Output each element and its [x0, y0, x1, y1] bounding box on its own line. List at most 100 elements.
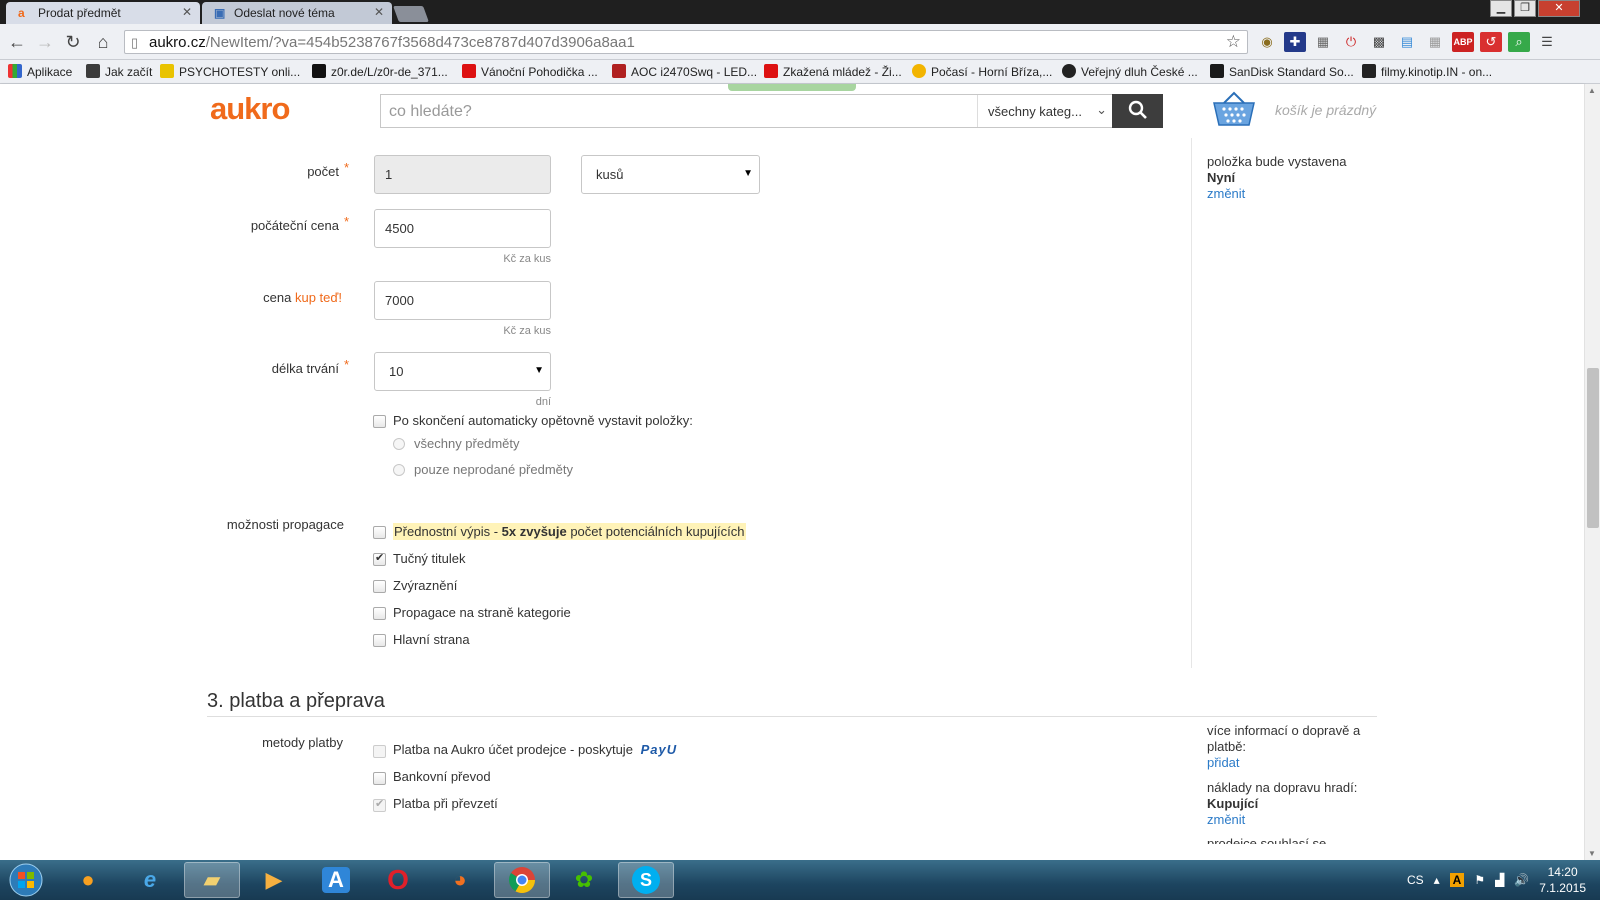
start-button[interactable]: [2, 862, 50, 898]
search-extension-icon[interactable]: ⌕: [1508, 32, 1530, 52]
globe-icon: [1062, 64, 1076, 78]
url-host: aukro.cz: [149, 34, 206, 51]
page-scrollbar[interactable]: ▲ ▼: [1584, 84, 1600, 860]
scroll-up-icon[interactable]: ▲: [1588, 86, 1596, 95]
duration-select[interactable]: 10 ▼: [374, 352, 551, 391]
bookmark-vanocni-pohodicka[interactable]: Vánoční Pohodička ...: [462, 64, 598, 79]
basket-icon[interactable]: [1212, 91, 1256, 127]
search-input[interactable]: co hledáte?: [389, 103, 472, 121]
uk-flag-extension-icon[interactable]: ✚: [1284, 32, 1306, 52]
action-center-icon[interactable]: ⚑: [1474, 873, 1485, 887]
address-bar[interactable]: ▯ aukro.cz/NewItem/?va=454b5238767f3568d…: [124, 30, 1248, 54]
start-price-unit: Kč za kus: [503, 253, 551, 265]
cart-status[interactable]: košík je prázdný: [1275, 102, 1376, 118]
language-indicator[interactable]: CS: [1407, 873, 1424, 887]
adblock-extension-icon[interactable]: ABP: [1452, 32, 1474, 52]
bank-transfer-label: Bankovní převod: [393, 769, 491, 784]
opera-icon: O: [387, 864, 409, 895]
orb-icon: ●: [81, 867, 95, 892]
minimize-icon[interactable]: ▁: [1490, 0, 1512, 17]
taskbar-opera[interactable]: O: [370, 862, 426, 898]
ring-extension-icon[interactable]: ↺: [1480, 32, 1502, 52]
buy-now-input[interactable]: 7000: [374, 281, 551, 320]
pattern-extension-icon[interactable]: ▦: [1424, 32, 1446, 52]
bank-transfer-checkbox[interactable]: [373, 772, 386, 785]
home-icon[interactable]: ⌂: [92, 31, 114, 53]
bookmark-aplikace[interactable]: Aplikace: [8, 64, 72, 79]
count-unit-select[interactable]: kusů ▼: [581, 155, 760, 194]
change-listing-time-link[interactable]: změnit: [1207, 186, 1346, 202]
relist-all-radio[interactable]: [393, 438, 405, 450]
extension-icons: ◉ ✚ ▦ ⏻ ▩ ▤ ▦ ABP ↺ ⌕ ☰: [1256, 32, 1558, 52]
tab-odeslat-nove-tema[interactable]: ▣ Odeslat nové téma ✕: [202, 2, 392, 24]
aukro-logo[interactable]: aukro: [210, 91, 290, 127]
bookmark-kinotip[interactable]: filmy.kinotip.IN - on...: [1362, 64, 1492, 79]
close-tab-icon[interactable]: ✕: [182, 5, 192, 19]
crown-icon: [160, 64, 174, 78]
bookmark-zkazena-mladez[interactable]: Zkažená mládež - Ži...: [764, 64, 902, 79]
taskbar-firefox[interactable]: ◕: [432, 862, 488, 898]
volume-icon[interactable]: 🔊: [1514, 873, 1529, 887]
k-icon: [1362, 64, 1376, 78]
add-shipping-info-link[interactable]: přidat: [1207, 755, 1377, 771]
close-window-icon[interactable]: ✕: [1538, 0, 1580, 17]
maximize-icon[interactable]: ❐: [1514, 0, 1536, 17]
bookmark-verejny-dluh[interactable]: Veřejný dluh České ...: [1062, 64, 1198, 79]
taskbar-icq[interactable]: ✿: [556, 862, 612, 898]
reload-icon[interactable]: ↻: [62, 31, 84, 53]
taskbar-player[interactable]: ▶: [246, 862, 302, 898]
bookmark-star-icon[interactable]: ☆: [1226, 32, 1241, 52]
homepage-label: Hlavní strana: [393, 632, 470, 647]
cash-on-delivery-checkbox[interactable]: [373, 797, 386, 812]
category-promo-checkbox[interactable]: [373, 607, 386, 620]
bookmark-z0r[interactable]: z0r.de/L/z0r-de_371...: [312, 64, 448, 79]
taskbar-internet-explorer[interactable]: e: [122, 862, 178, 898]
start-price-label: počáteční cena: [250, 218, 339, 233]
scroll-down-icon[interactable]: ▼: [1588, 849, 1596, 858]
tab-prodat-predmet[interactable]: a Prodat předmět ✕: [6, 2, 200, 24]
clock[interactable]: 14:20 7.1.2015: [1539, 864, 1586, 896]
search-button[interactable]: [1112, 94, 1163, 128]
grid-extension-icon[interactable]: ▩: [1368, 32, 1390, 52]
bold-title-checkbox[interactable]: [373, 551, 386, 566]
forward-arrow-icon[interactable]: →: [34, 31, 56, 53]
taskbar-media-player[interactable]: ●: [60, 862, 116, 898]
new-tab-button[interactable]: [393, 6, 429, 22]
scrollbar-thumb[interactable]: [1587, 368, 1599, 528]
taskbar-appstore[interactable]: A: [308, 862, 364, 898]
payment-aukro-account-checkbox[interactable]: [373, 745, 386, 758]
tray-expand-icon[interactable]: ▴: [1434, 873, 1440, 887]
relist-unsold-radio[interactable]: [393, 464, 405, 476]
shop-icon: [612, 64, 626, 78]
taskbar-skype[interactable]: S: [618, 862, 674, 898]
menu-icon[interactable]: ☰: [1536, 32, 1558, 52]
network-icon[interactable]: ▟: [1495, 873, 1504, 887]
youtube-icon: [764, 64, 778, 78]
bookmark-jak-zacit[interactable]: Jak začít: [86, 64, 152, 79]
back-arrow-icon[interactable]: ←: [6, 31, 28, 53]
close-tab-icon[interactable]: ✕: [374, 5, 384, 19]
start-price-input[interactable]: 4500: [374, 209, 551, 248]
screen-extension-icon[interactable]: ▤: [1396, 32, 1418, 52]
taskbar-explorer[interactable]: ▰: [184, 862, 240, 898]
featured-listing-checkbox[interactable]: [373, 526, 386, 539]
bookmark-pocasi[interactable]: Počasí - Horní Bříza,...: [912, 64, 1052, 79]
bookmark-aoc[interactable]: AOC i2470Swq - LED...: [612, 64, 757, 79]
bookmark-psychotesty[interactable]: PSYCHOTESTY onli...: [160, 64, 300, 79]
change-shipping-payer-link[interactable]: změnit: [1207, 812, 1377, 828]
calendar-extension-icon[interactable]: ▦: [1312, 32, 1334, 52]
green-tab-indicator: [728, 84, 856, 91]
avast-icon[interactable]: A: [1449, 873, 1465, 887]
search-box: co hledáte? všechny kateg... ⌄: [380, 94, 1116, 128]
homepage-checkbox[interactable]: [373, 634, 386, 647]
taskbar-chrome[interactable]: [494, 862, 550, 898]
count-input[interactable]: 1: [374, 155, 551, 194]
category-select[interactable]: všechny kateg... ⌄: [977, 95, 1117, 127]
power-extension-icon[interactable]: ⏻: [1340, 32, 1362, 52]
owl-extension-icon[interactable]: ◉: [1256, 32, 1278, 52]
bookmark-sandisk[interactable]: SanDisk Standard So...: [1210, 64, 1354, 79]
highlight-checkbox[interactable]: [373, 580, 386, 593]
relist-all-label: všechny předměty: [414, 436, 520, 451]
relist-checkbox[interactable]: [373, 415, 386, 428]
cash-on-delivery-label: Platba při převzetí: [393, 796, 498, 811]
